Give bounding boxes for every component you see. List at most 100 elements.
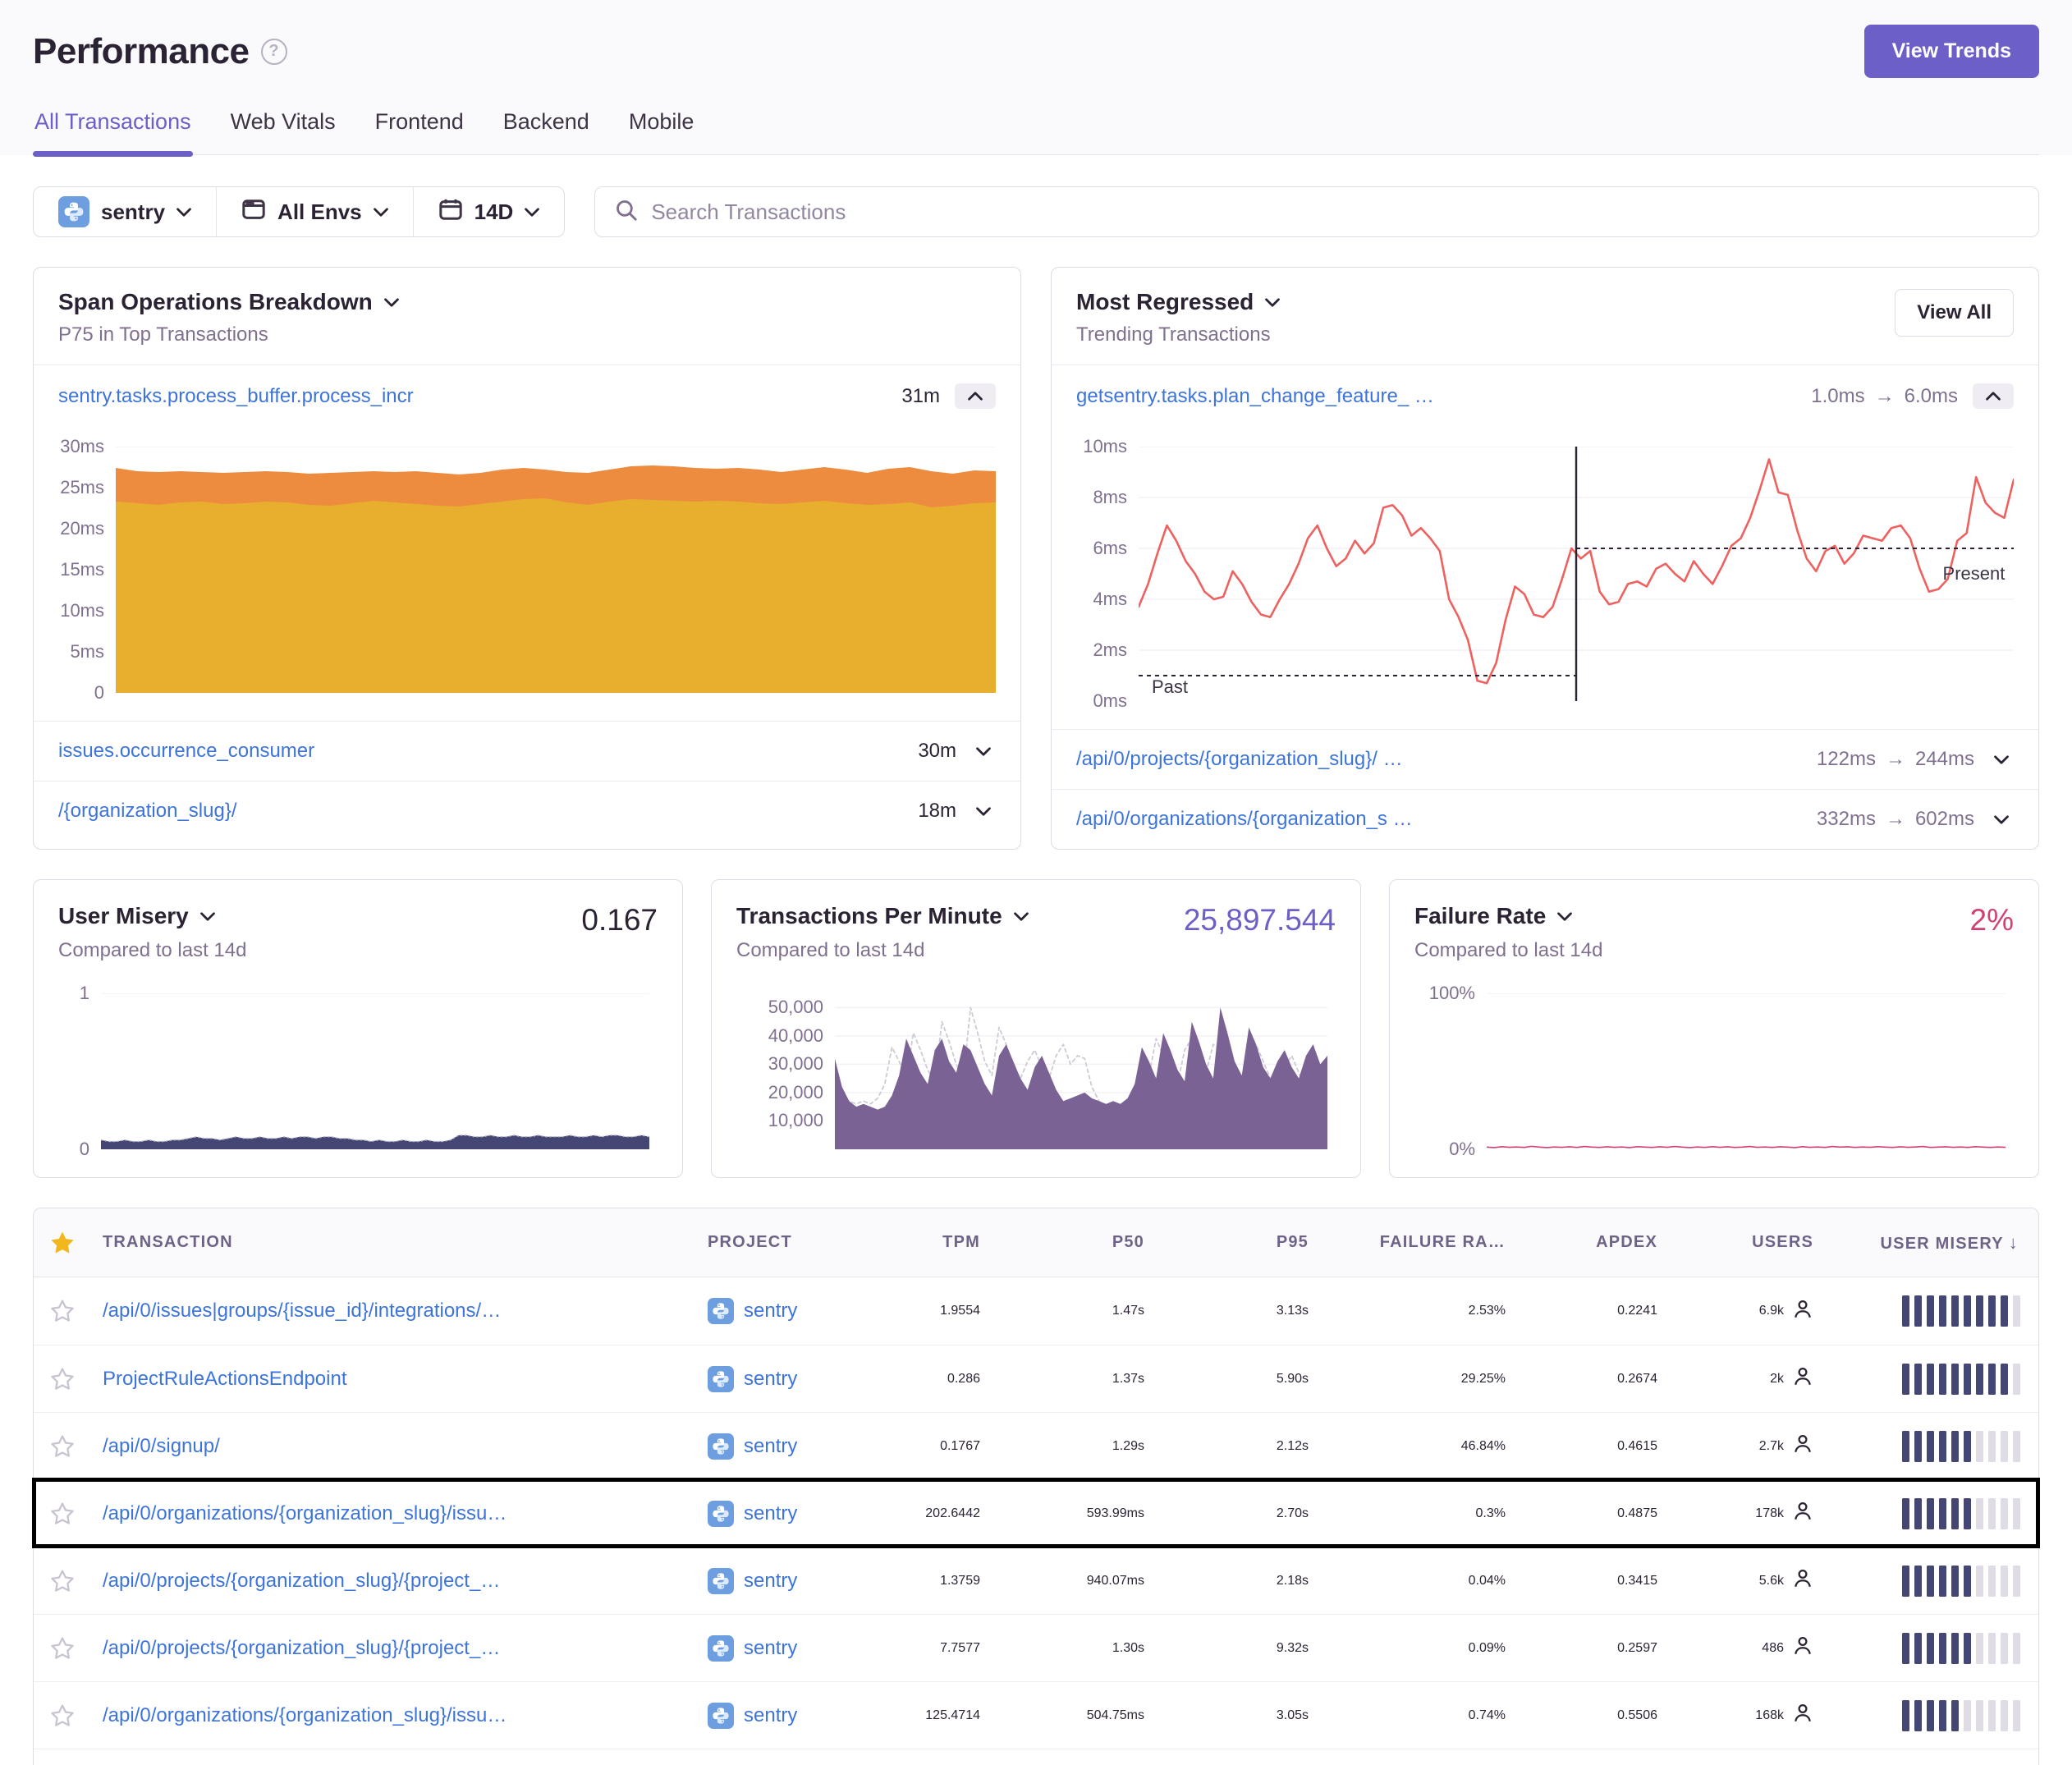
tab-web-vitals[interactable]: Web Vitals — [229, 109, 337, 154]
project-link[interactable]: sentry — [744, 1300, 797, 1323]
help-icon[interactable]: ? — [261, 39, 287, 65]
star-toggle[interactable] — [50, 1367, 103, 1391]
chevron-down-icon — [1994, 815, 2009, 824]
star-toggle[interactable] — [50, 1703, 103, 1728]
transaction-link[interactable]: ProjectRuleActionsEndpoint — [103, 1368, 347, 1390]
col-transaction[interactable]: TRANSACTION — [103, 1233, 708, 1252]
transaction-link[interactable]: /api/0/projects/{organization_slug}/{pro… — [103, 1637, 500, 1659]
col-p95[interactable]: P95 — [1151, 1233, 1315, 1252]
expand-chart-button[interactable] — [1989, 750, 2014, 769]
regressed-transaction-link[interactable]: /api/0/organizations/{organization_s … — [1076, 808, 1802, 831]
project-link[interactable]: sentry — [744, 1502, 797, 1525]
col-apdex[interactable]: APDEX — [1512, 1233, 1664, 1252]
chevron-down-icon[interactable] — [1014, 912, 1029, 921]
col-failure-rate[interactable]: FAILURE RA… — [1315, 1233, 1512, 1252]
p95-cell: 2.12s — [1151, 1439, 1315, 1454]
star-toggle[interactable] — [50, 1501, 103, 1526]
most-regressed-panel: Most Regressed Trending Transactions Vie… — [1051, 267, 2039, 850]
transaction-link[interactable]: /api/0/organizations/{organization_slug}… — [103, 1704, 507, 1726]
project-filter[interactable]: sentry — [34, 187, 217, 236]
user-icon — [1792, 1568, 1813, 1593]
chevron-down-icon[interactable] — [200, 912, 215, 921]
star-toggle[interactable] — [50, 1569, 103, 1593]
tab-backend[interactable]: Backend — [502, 109, 591, 154]
date-range-filter[interactable]: 14D — [414, 187, 565, 236]
transaction-cell: /api/0/projects/{organization_slug}/{pro… — [103, 1637, 708, 1660]
table-row[interactable]: /api/0/issues|groups/{issue_id}/integrat… — [34, 1277, 2038, 1345]
project-link[interactable]: sentry — [744, 1368, 797, 1391]
tab-frontend[interactable]: Frontend — [374, 109, 465, 154]
expand-chart-button[interactable] — [971, 802, 996, 821]
col-project[interactable]: PROJECT — [708, 1233, 851, 1252]
y-axis-tick: 40,000 — [768, 1025, 823, 1047]
apdex-cell: 0.2674 — [1512, 1372, 1664, 1387]
transaction-cell: /api/0/organizations/{organization_slug}… — [103, 1704, 708, 1727]
col-user-misery[interactable]: USER MISERY↓ — [1820, 1232, 2025, 1254]
tpm-cell: 202.6442 — [851, 1506, 987, 1521]
regression-range: 122ms → 244ms — [1817, 748, 1974, 771]
table-row[interactable]: /api/0/projects/{organization_slug}/{pro… — [34, 1614, 2038, 1681]
table-row[interactable]: ProjectRuleActionsEndpoint sentry 0.286 … — [34, 1345, 2038, 1412]
y-axis-tick: 100% — [1429, 983, 1475, 1004]
star-toggle[interactable] — [50, 1636, 103, 1661]
chevron-down-icon[interactable] — [1557, 912, 1572, 921]
star-toggle[interactable] — [50, 1434, 103, 1459]
span-op-link[interactable]: sentry.tasks.process_buffer.process_incr — [58, 385, 887, 408]
user-misery-chart[interactable]: 10 — [58, 985, 658, 1161]
tpm-cell: 7.7577 — [851, 1641, 987, 1656]
span-ops-chart[interactable]: 30ms25ms20ms15ms10ms5ms0 — [34, 427, 1020, 721]
user-misery-card-subtitle: Compared to last 14d — [58, 939, 246, 962]
expand-chart-button[interactable] — [971, 742, 996, 761]
view-all-button[interactable]: View All — [1895, 289, 2014, 337]
transaction-link[interactable]: /api/0/signup/ — [103, 1435, 220, 1457]
environment-filter[interactable]: All Envs — [217, 187, 414, 236]
project-link[interactable]: sentry — [744, 1570, 797, 1593]
p50-cell: 1.47s — [987, 1304, 1151, 1318]
failure-rate-chart[interactable]: 100%0% — [1414, 985, 2014, 1161]
user-icon — [1792, 1501, 1813, 1526]
star-toggle[interactable] — [50, 1299, 103, 1323]
span-ops-panel-title: Span Operations Breakdown — [58, 289, 373, 315]
span-op-link[interactable]: /{organization_slug}/ — [58, 800, 903, 823]
table-header: TRANSACTION PROJECT TPM P50 P95 FAILURE … — [34, 1208, 2038, 1277]
chevron-down-icon[interactable] — [384, 298, 399, 307]
table-row[interactable] — [34, 1749, 2038, 1765]
search-input[interactable] — [651, 199, 2019, 225]
collapse-chart-button[interactable] — [1973, 383, 2014, 409]
transaction-link[interactable]: /api/0/issues|groups/{issue_id}/integrat… — [103, 1300, 501, 1322]
p50-cell: 1.37s — [987, 1372, 1151, 1387]
table-row[interactable]: /api/0/organizations/{organization_slug}… — [34, 1479, 2038, 1547]
user-icon — [1792, 1433, 1813, 1459]
project-link[interactable]: sentry — [744, 1637, 797, 1660]
failure-rate-value: 2% — [1970, 903, 2014, 938]
project-link[interactable]: sentry — [744, 1435, 797, 1458]
tab-all-transactions[interactable]: All Transactions — [33, 109, 193, 154]
tab-mobile[interactable]: Mobile — [627, 109, 696, 154]
arrow-right-icon: → — [1875, 385, 1895, 408]
most-regressed-chart[interactable]: 10ms8ms6ms4ms2ms0ms PastPresent — [1052, 427, 2038, 729]
user-icon — [1792, 1299, 1813, 1324]
tpm-chart[interactable]: 50,00040,00030,00020,00010,000 — [736, 985, 1336, 1161]
collapse-chart-button[interactable] — [955, 383, 996, 409]
python-project-icon — [58, 196, 89, 227]
table-row[interactable]: /api/0/organizations/{organization_slug}… — [34, 1681, 2038, 1749]
regressed-transaction-link[interactable]: /api/0/projects/{organization_slug}/ … — [1076, 748, 1802, 771]
span-op-duration: 31m — [901, 385, 940, 408]
span-op-link[interactable]: issues.occurrence_consumer — [58, 740, 903, 763]
table-row[interactable]: /api/0/signup/ sentry 0.1767 1.29s 2.12s… — [34, 1412, 2038, 1479]
col-p50[interactable]: P50 — [987, 1233, 1151, 1252]
view-trends-button[interactable]: View Trends — [1864, 25, 2039, 78]
apdex-cell: 0.2597 — [1512, 1641, 1664, 1656]
transaction-link[interactable]: /api/0/projects/{organization_slug}/{pro… — [103, 1570, 500, 1592]
page-title: Performance — [33, 31, 250, 72]
project-link[interactable]: sentry — [744, 1704, 797, 1727]
col-users[interactable]: USERS — [1664, 1233, 1820, 1252]
col-tpm[interactable]: TPM — [851, 1233, 987, 1252]
table-row[interactable]: /api/0/projects/{organization_slug}/{pro… — [34, 1547, 2038, 1614]
expand-chart-button[interactable] — [1989, 810, 2014, 829]
transaction-link[interactable]: /api/0/organizations/{organization_slug}… — [103, 1502, 507, 1524]
chevron-down-icon[interactable] — [1265, 298, 1280, 307]
regressed-transaction-link[interactable]: getsentry.tasks.plan_change_feature_ … — [1076, 385, 1796, 408]
star-column-header-icon[interactable] — [50, 1231, 103, 1255]
project-cell: sentry — [708, 1433, 851, 1460]
